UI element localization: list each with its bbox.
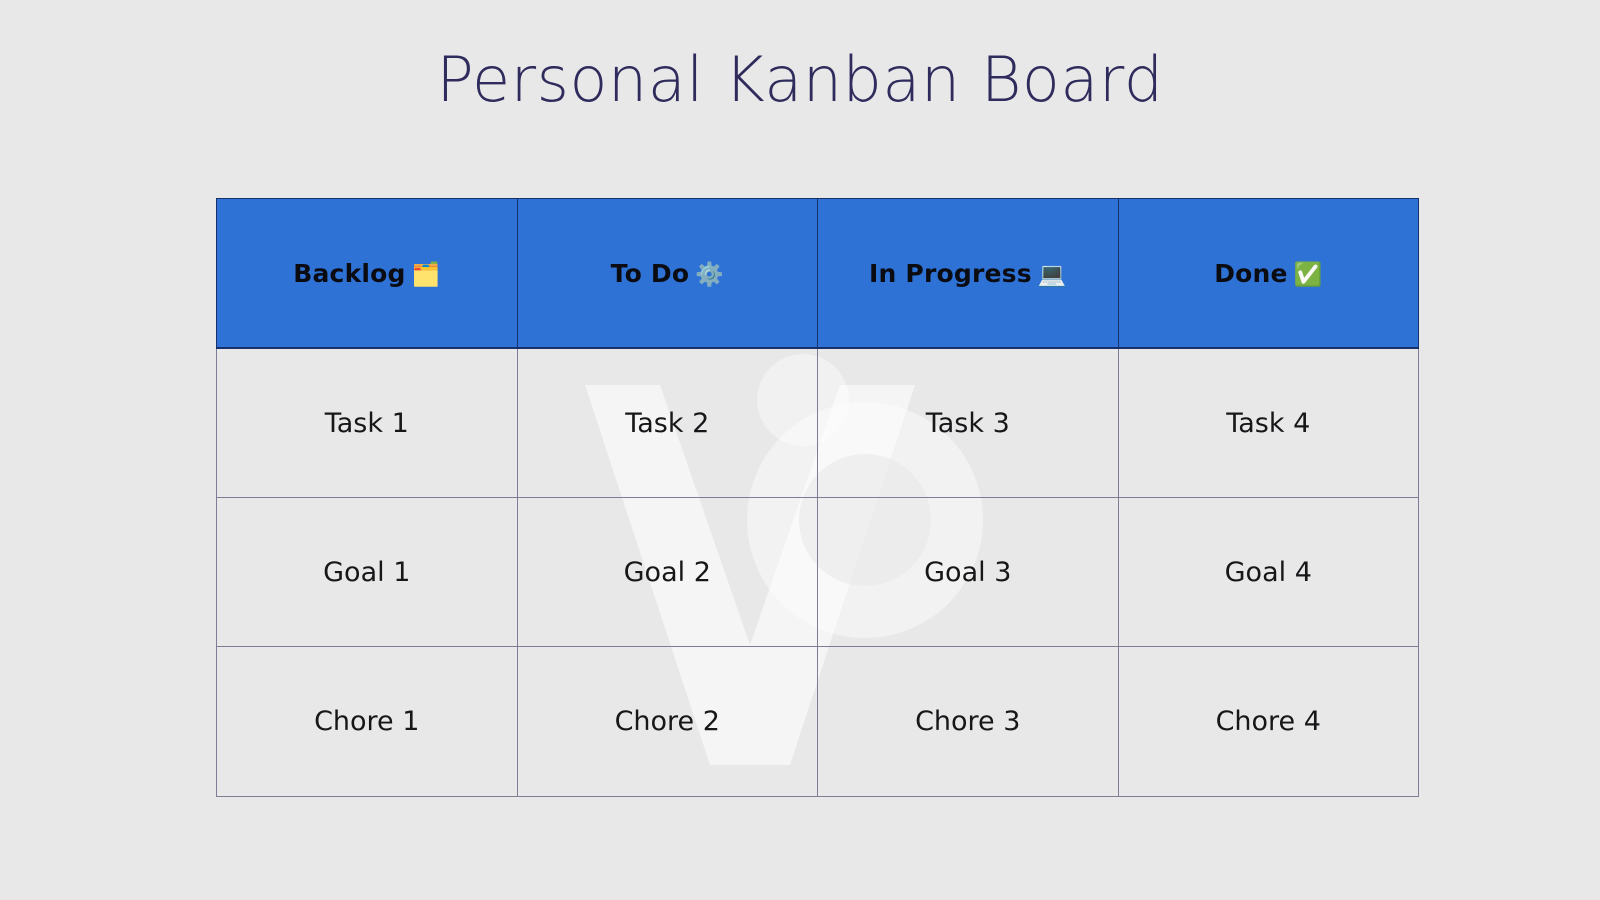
board-cell[interactable]: Goal 2	[516, 497, 818, 647]
column-header-backlog[interactable]: Backlog 🗂️	[216, 198, 518, 349]
board-cell[interactable]: Task 3	[817, 347, 1119, 498]
board-cell[interactable]: Chore 2	[516, 646, 818, 797]
board-cell[interactable]: Chore 4	[1117, 646, 1419, 797]
table-row: Task 1 Task 2 Task 3 Task 4	[216, 347, 1419, 498]
table-row: Goal 1 Goal 2 Goal 3 Goal 4	[216, 497, 1419, 647]
board-cell[interactable]: Goal 4	[1117, 497, 1419, 647]
board-cell[interactable]: Task 4	[1117, 347, 1419, 498]
board-cell[interactable]: Chore 3	[817, 646, 1119, 797]
board-cell[interactable]: Goal 3	[817, 497, 1119, 647]
column-header-label: Done	[1214, 258, 1288, 288]
board-cell[interactable]: Goal 1	[216, 497, 518, 647]
board-header-row: Backlog 🗂️ To Do ⚙️ In Progress 💻 Done ✅	[216, 198, 1419, 349]
board-cell[interactable]: Chore 1	[216, 646, 518, 797]
column-header-done[interactable]: Done ✅	[1117, 198, 1419, 349]
column-header-to-do[interactable]: To Do ⚙️	[516, 198, 818, 349]
column-header-in-progress[interactable]: In Progress 💻	[817, 198, 1119, 349]
board-cell[interactable]: Task 1	[216, 347, 518, 498]
gear-icon: ⚙️	[695, 261, 724, 288]
kanban-board: Backlog 🗂️ To Do ⚙️ In Progress 💻 Done ✅ Tas…	[216, 198, 1419, 797]
laptop-icon: 💻	[1037, 261, 1067, 288]
page-title: Personal Kanban Board	[436, 43, 1164, 116]
board-cell[interactable]: Task 2	[516, 347, 818, 498]
table-row: Chore 1 Chore 2 Chore 3 Chore 4	[216, 646, 1419, 797]
column-header-label: Backlog	[293, 258, 406, 288]
column-header-label: To Do	[610, 258, 690, 288]
column-header-label: In Progress	[869, 258, 1032, 288]
card-index-dividers-icon: 🗂️	[411, 261, 441, 288]
check-mark-button-icon: ✅	[1293, 261, 1323, 288]
